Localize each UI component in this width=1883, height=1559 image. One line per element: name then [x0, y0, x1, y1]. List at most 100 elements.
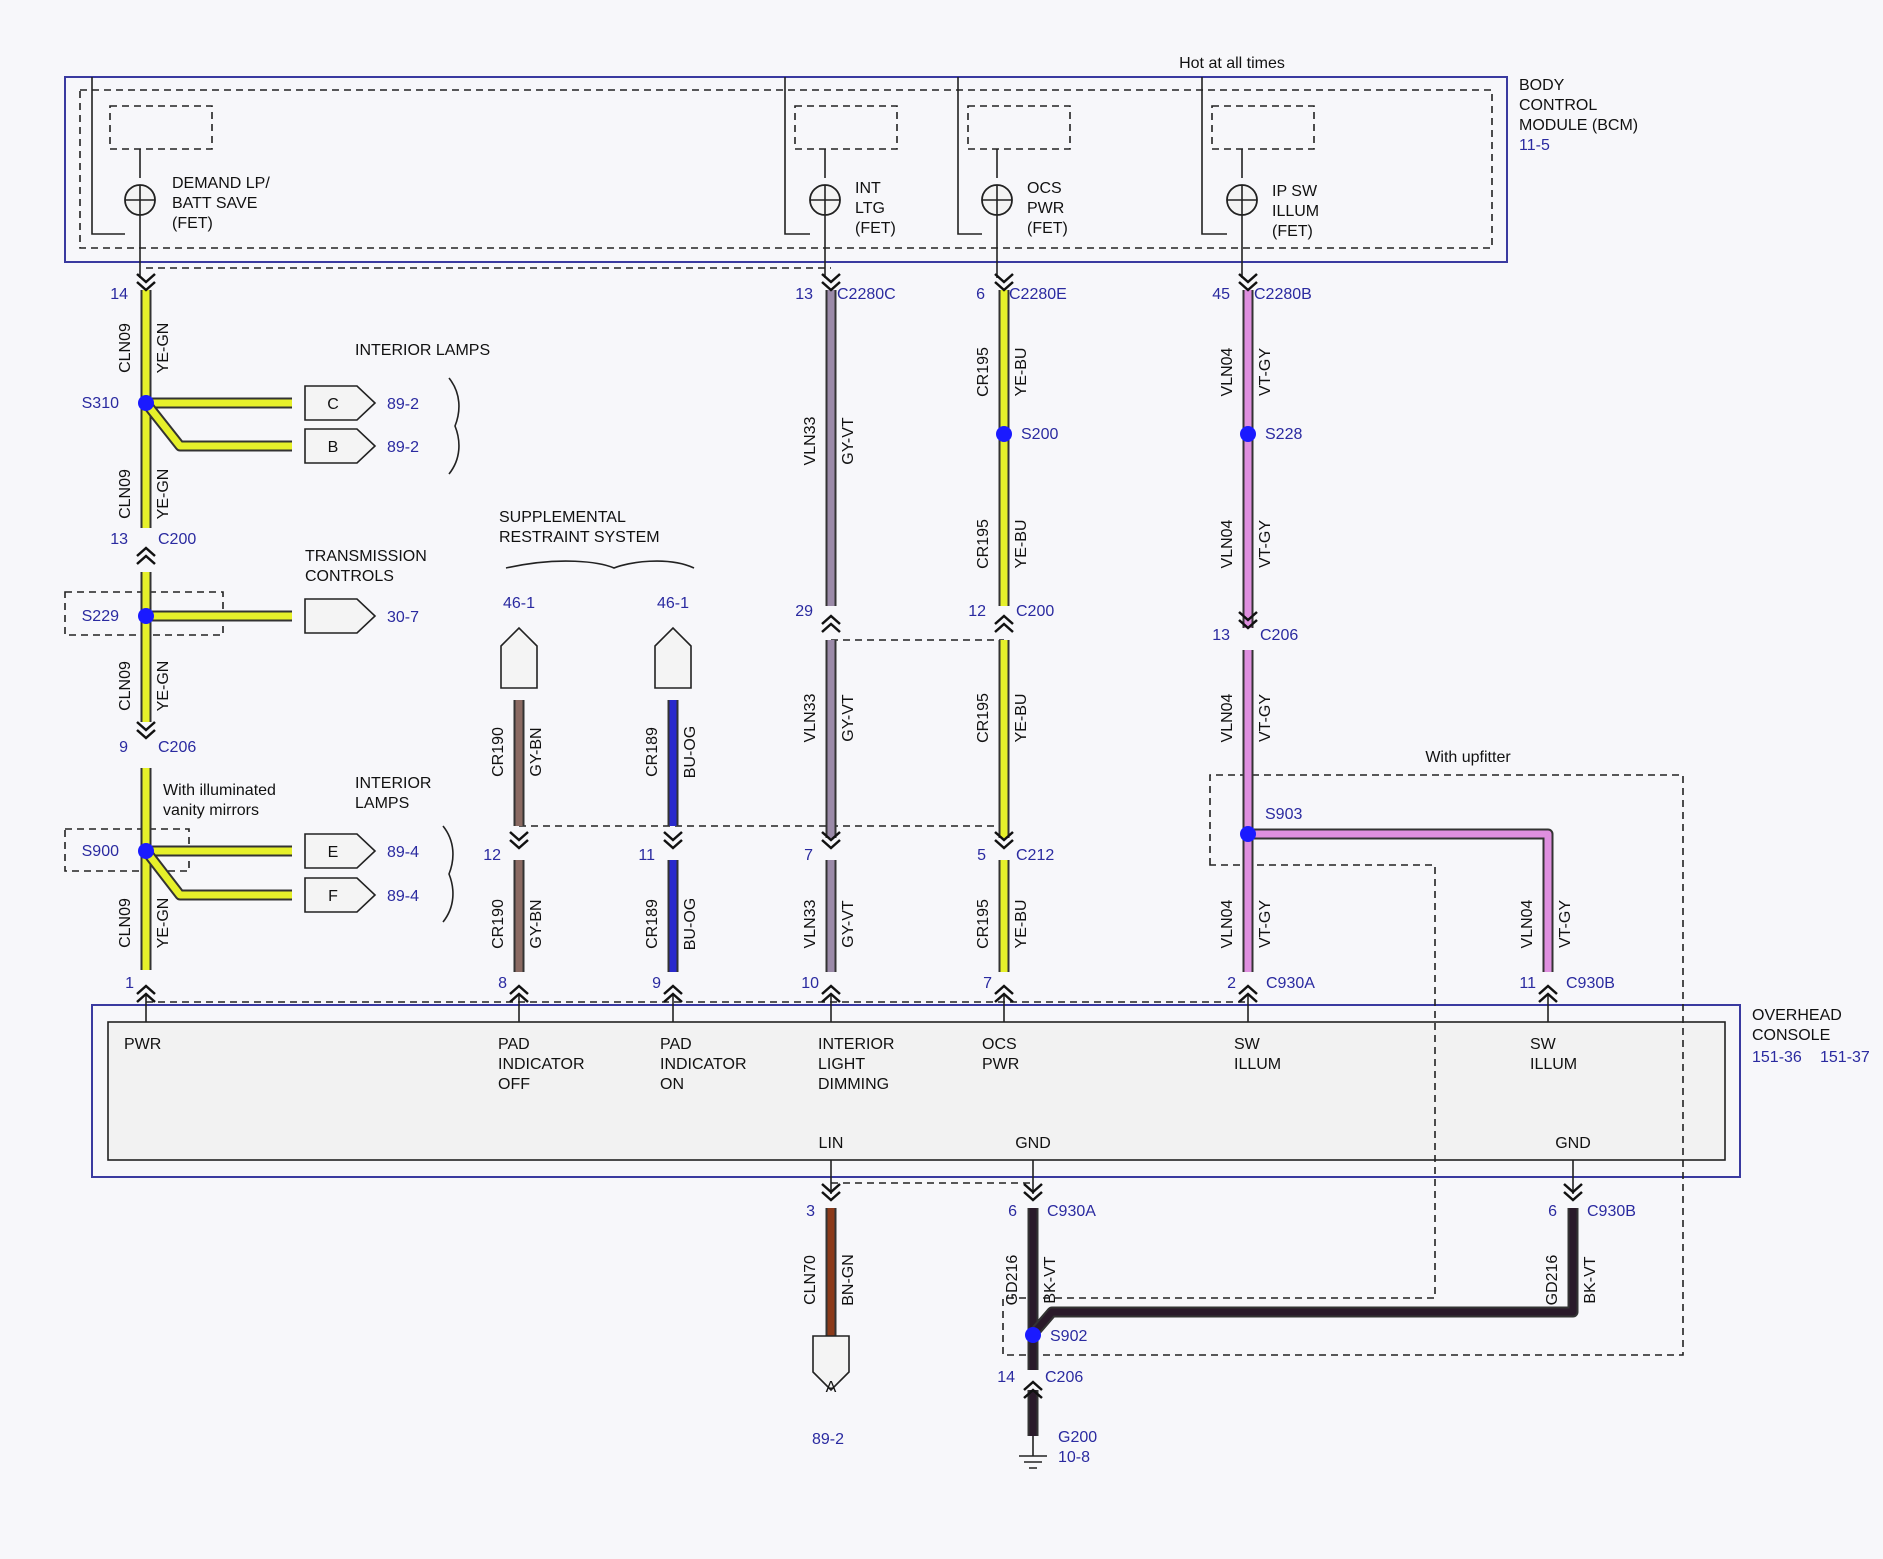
wire-circuit-label: CR195: [975, 519, 992, 569]
splice-label: S903: [1265, 806, 1302, 823]
wire-circuit-label: CR195: [975, 693, 992, 743]
wire-color-label: YE-BU: [1013, 348, 1030, 397]
pin-number: 7: [804, 847, 813, 864]
wire-color-label: YE-GN: [155, 469, 172, 520]
pin-number: 11: [638, 847, 655, 864]
wire-color-label: YE-GN: [155, 898, 172, 949]
splice-label: S900: [82, 843, 119, 860]
overhead-pin-function: PAD: [660, 1036, 692, 1053]
fet-label: IP SW: [1272, 183, 1318, 200]
pin-number: 12: [483, 847, 501, 864]
offpage-connector: [304, 877, 377, 913]
wire-circuit-label: VLN33: [802, 899, 819, 948]
overhead-pin-function: LIGHT: [818, 1056, 865, 1073]
overhead-pin-function: PWR: [124, 1036, 161, 1053]
splice-label: S902: [1050, 1328, 1087, 1345]
pin-number: 13: [795, 286, 813, 303]
connector-id: C206: [1045, 1369, 1083, 1386]
upfitter-option-label: With upfitter: [1425, 749, 1511, 766]
offpage-connector: [304, 385, 377, 421]
fet-label: (FET): [1027, 220, 1068, 237]
branch-group-label: CONTROLS: [305, 568, 394, 585]
connector-id: C2280C: [837, 286, 896, 303]
pin-number: 6: [1008, 1203, 1017, 1220]
overhead-pin-function: GND: [1015, 1135, 1051, 1152]
pin-number: 5: [977, 847, 986, 864]
wire-circuit-label: CR190: [490, 899, 507, 949]
pin-number: 1: [125, 975, 134, 992]
overhead-pin-function: ON: [660, 1076, 684, 1093]
pin-number: 7: [983, 975, 992, 992]
splice-label: S228: [1265, 426, 1302, 443]
pin-number: 14: [997, 1369, 1015, 1386]
wire-circuit-label: CLN09: [117, 323, 134, 373]
pin-number: 8: [498, 975, 507, 992]
branch-group-label: INTERIOR LAMPS: [355, 342, 490, 359]
overhead-pin-function: ILLUM: [1234, 1056, 1281, 1073]
connector-chevron: [994, 273, 1014, 284]
offpage-ref: 89-2: [387, 439, 419, 456]
connector-id: C930A: [1266, 975, 1315, 992]
offpage-ref: 46-1: [657, 595, 689, 612]
overhead-console-ref: 151-36: [1752, 1049, 1802, 1066]
wire-branch: [141, 399, 292, 452]
fet-supply-box: [794, 105, 898, 150]
wire-color-label: BN-GN: [840, 1254, 857, 1306]
branch-group-label: TRANSMISSION: [305, 548, 427, 565]
fet-label: LTG: [855, 200, 885, 217]
pin-number: 10: [801, 975, 819, 992]
connector-chevron: [136, 554, 156, 565]
fet-supply-box: [967, 105, 1071, 150]
bcm-ref: 11-5: [1519, 137, 1550, 154]
wire-circuit-label: VLN04: [1219, 347, 1236, 396]
overhead-console-name: OVERHEAD: [1752, 1007, 1842, 1024]
wire-circuit-label: VLN33: [802, 693, 819, 742]
wire-color-label: GY-VT: [840, 417, 857, 465]
connector-id: C930B: [1587, 1203, 1636, 1220]
pin-number: 6: [976, 286, 985, 303]
splice-dot: [1240, 426, 1256, 442]
offpage-connector: [500, 626, 538, 689]
overhead-pin-function: INDICATOR: [660, 1056, 747, 1073]
bracket: [442, 825, 454, 923]
connector-chevron: [136, 273, 156, 284]
offpage-connector: [654, 626, 692, 689]
wire-color-label: VT-GY: [1257, 520, 1274, 568]
wiring-diagram: Hot at all times BODY CONTROL MODULE (BCM) 1…: [64, 55, 1870, 1469]
connector-id: C212: [1016, 847, 1054, 864]
bcm-name: BODY: [1519, 77, 1565, 94]
wire-color-label: GY-BN: [528, 899, 545, 948]
fet-label: DEMAND LP/: [172, 175, 270, 192]
wire-color-label: VT-GY: [1557, 900, 1574, 948]
overhead-pin-function: OCS: [982, 1036, 1017, 1053]
connector-id: C200: [1016, 603, 1054, 620]
overhead-pin-function: LIN: [819, 1135, 844, 1152]
wire-circuit-label: CR189: [644, 899, 661, 949]
fet-label: INT: [855, 180, 881, 197]
offpage-letter: A: [826, 1379, 837, 1396]
pin-number: 9: [119, 739, 128, 756]
connector-chevron: [509, 831, 529, 842]
splice-dot: [138, 395, 154, 411]
hot-at-all-times-note: Hot at all times: [1179, 55, 1285, 72]
overhead-pin-function: OFF: [498, 1076, 530, 1093]
bracket: [448, 377, 460, 475]
splice-label: S310: [82, 395, 119, 412]
branch-group-label: LAMPS: [355, 795, 409, 812]
bcm-feed: [91, 77, 125, 235]
wire-circuit-label: VLN33: [802, 416, 819, 465]
vanity-option-label: vanity mirrors: [163, 802, 259, 819]
fet-label: BATT SAVE: [172, 195, 257, 212]
pin-number: 9: [652, 975, 661, 992]
wire-circuit-label: GD216: [1544, 1255, 1561, 1306]
wire-color-label: BK-VT: [1042, 1256, 1059, 1303]
wire-circuit-label: CLN70: [802, 1255, 819, 1305]
wire-circuit-label: CLN09: [117, 661, 134, 711]
offpage-ref: 30-7: [387, 609, 419, 626]
splice-dot: [1240, 826, 1256, 842]
connector-id: C2280E: [1009, 286, 1067, 303]
srs-brace: [505, 560, 695, 569]
fet-label: ILLUM: [1272, 203, 1319, 220]
branch-group-label: INTERIOR: [355, 775, 431, 792]
pin-number: 2: [1227, 975, 1236, 992]
